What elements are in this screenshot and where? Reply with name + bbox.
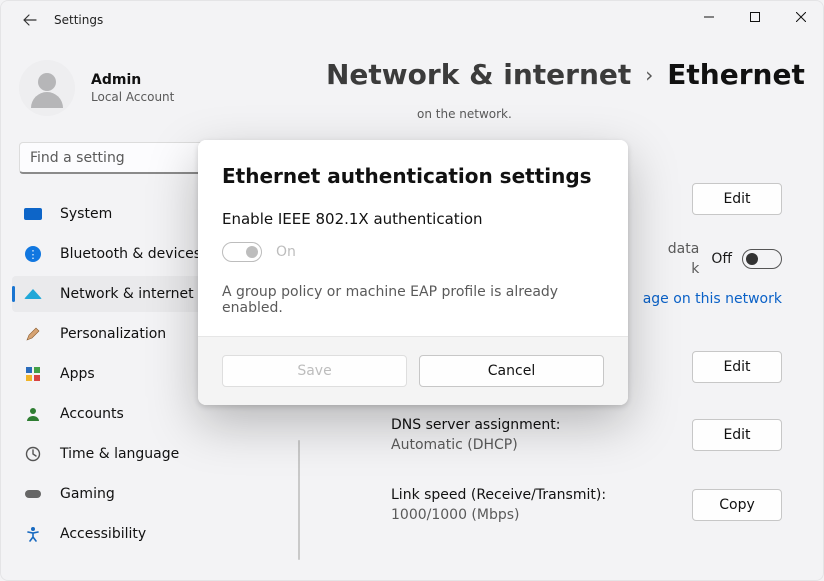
metered-off-label: Off — [711, 251, 732, 267]
page-title: Ethernet — [667, 58, 805, 91]
authentication-edit-button[interactable]: Edit — [692, 183, 782, 215]
chevron-right-icon: › — [645, 63, 653, 87]
sidebar-item-label: Bluetooth & devices — [60, 246, 201, 262]
user-block: Admin Local Account — [19, 60, 174, 116]
link-speed-row: Link speed (Receive/Transmit): 1000/1000… — [331, 477, 800, 533]
person-icon — [24, 407, 42, 421]
link-speed-value: 1000/1000 (Mbps) — [391, 507, 606, 523]
sidebar-item-accessibility[interactable]: Accessibility — [12, 516, 302, 552]
maximize-icon — [750, 12, 760, 22]
close-icon — [796, 12, 806, 22]
ieee8021x-toggle — [222, 242, 262, 262]
sidebar-item-label: Time & language — [60, 446, 179, 462]
link-speed-label: Link speed (Receive/Transmit): — [391, 487, 606, 503]
dialog-help-text: A group policy or machine EAP profile is… — [222, 284, 604, 316]
sidebar-item-time[interactable]: Time & language — [12, 436, 302, 472]
gamepad-icon — [24, 487, 42, 501]
minimize-icon — [704, 12, 714, 22]
user-name: Admin — [91, 72, 174, 88]
dialog-setting-label: Enable IEEE 802.1X authentication — [222, 210, 604, 228]
dns-value: Automatic (DHCP) — [391, 437, 561, 453]
breadcrumb: Network & internet › Ethernet — [326, 58, 805, 91]
ieee8021x-toggle-state: On — [276, 244, 296, 260]
apps-icon — [24, 367, 42, 381]
dns-edit-button[interactable]: Edit — [692, 419, 782, 451]
dialog-title: Ethernet authentication settings — [222, 164, 604, 188]
ethernet-auth-dialog: Ethernet authentication settings Enable … — [198, 140, 628, 405]
close-button[interactable] — [778, 0, 824, 34]
bluetooth-icon: ⋮ — [24, 247, 42, 261]
paintbrush-icon — [24, 327, 42, 341]
monitor-icon — [24, 207, 42, 221]
clock-globe-icon — [24, 447, 42, 461]
back-button[interactable] — [20, 10, 40, 30]
cancel-button[interactable]: Cancel — [419, 355, 604, 387]
accessibility-icon — [24, 527, 42, 541]
dns-label: DNS server assignment: — [391, 417, 561, 433]
metered-toggle[interactable] — [742, 249, 782, 269]
user-subtitle: Local Account — [91, 90, 174, 104]
arrow-left-icon — [22, 12, 38, 28]
window-controls — [686, 0, 824, 34]
truncated-description: on the network. — [331, 107, 800, 121]
save-button: Save — [222, 355, 407, 387]
person-icon — [38, 73, 56, 91]
ip-edit-button[interactable]: Edit — [692, 351, 782, 383]
sidebar-item-label: Accounts — [60, 406, 124, 422]
sidebar-item-label: System — [60, 206, 112, 222]
sidebar-item-gaming[interactable]: Gaming — [12, 476, 302, 512]
dns-row: DNS server assignment: Automatic (DHCP) … — [331, 407, 800, 463]
avatar[interactable] — [19, 60, 75, 116]
search-placeholder: Find a setting — [30, 150, 125, 166]
maximize-button[interactable] — [732, 0, 778, 34]
sidebar-item-label: Personalization — [60, 326, 166, 342]
minimize-button[interactable] — [686, 0, 732, 34]
wifi-icon — [24, 287, 42, 301]
sidebar-item-label: Network & internet — [60, 286, 194, 302]
window-title: Settings — [54, 13, 103, 27]
data-limit-link[interactable]: age on this network — [643, 291, 782, 307]
sidebar-item-label: Apps — [60, 366, 95, 382]
sidebar-item-label: Gaming — [60, 486, 115, 502]
content-scrollbar[interactable] — [298, 440, 300, 560]
breadcrumb-parent[interactable]: Network & internet — [326, 58, 631, 91]
link-speed-copy-button[interactable]: Copy — [692, 489, 782, 521]
sidebar-item-label: Accessibility — [60, 526, 146, 542]
